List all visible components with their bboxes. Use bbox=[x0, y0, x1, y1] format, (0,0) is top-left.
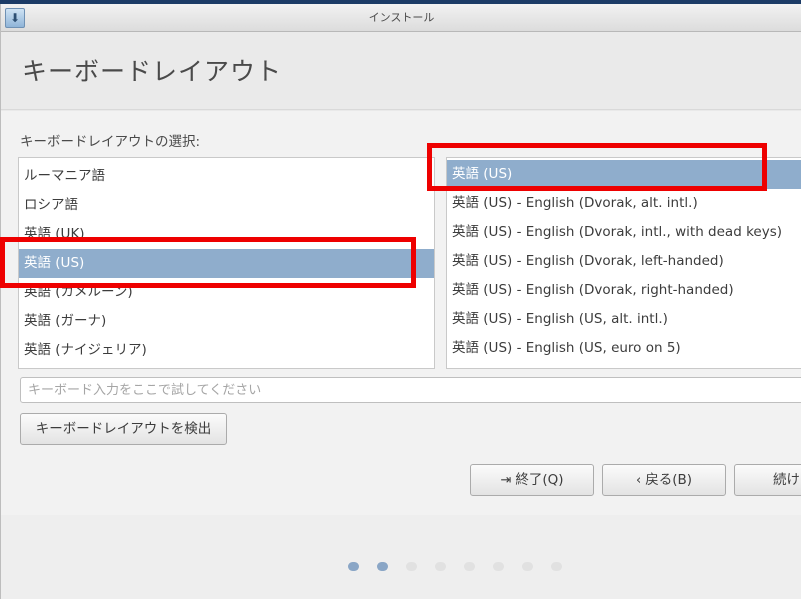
page-header: キーボードレイアウト bbox=[1, 32, 801, 110]
language-item[interactable]: ルーマニア語 bbox=[19, 162, 434, 191]
exit-icon: ⇥ bbox=[500, 473, 512, 488]
layout-item[interactable]: 英語 (US) - English (Dvorak, left-handed) bbox=[447, 247, 801, 276]
progress-dot-1 bbox=[348, 562, 359, 571]
language-item[interactable]: 英語 (UK) bbox=[19, 220, 434, 249]
layout-item-selected[interactable]: 英語 (US) bbox=[447, 160, 801, 189]
language-item[interactable]: ロシア語 bbox=[19, 191, 434, 220]
layout-item[interactable]: 英語 (US) - English (Dvorak, right-handed) bbox=[447, 276, 801, 305]
back-label: 戻る(B) bbox=[645, 472, 692, 488]
installer-window: ⬇ インストール キーボードレイアウト キーボードレイアウトの選択: ルーマニア… bbox=[0, 4, 801, 599]
progress-dot-5 bbox=[464, 562, 475, 571]
layout-item[interactable]: 英語 (US) - English (US, euro on 5) bbox=[447, 334, 801, 363]
language-item[interactable]: 英語 (ガーナ) bbox=[19, 307, 434, 336]
layout-item[interactable]: 英語 (US) - English (Dvorak, alt. intl.) bbox=[447, 189, 801, 218]
detect-layout-button[interactable]: キーボードレイアウトを検出 bbox=[20, 413, 227, 445]
progress-dot-4 bbox=[435, 562, 446, 571]
progress-dot-8 bbox=[551, 562, 562, 571]
chevron-left-icon: ‹ bbox=[636, 473, 642, 488]
window-titlebar: ⬇ インストール bbox=[1, 4, 801, 32]
quit-button[interactable]: ⇥ 終了(Q) bbox=[470, 464, 594, 496]
progress-dot-6 bbox=[493, 562, 504, 571]
progress-dot-2 bbox=[377, 562, 388, 571]
main-content: キーボードレイアウトの選択: ルーマニア語 ロシア語 英語 (UK) 英語 (U… bbox=[1, 111, 801, 515]
language-list[interactable]: ルーマニア語 ロシア語 英語 (UK) 英語 (US) 英語 (カメルーン) 英… bbox=[18, 157, 435, 369]
progress-footer bbox=[1, 515, 801, 599]
section-label: キーボードレイアウトの選択: bbox=[20, 134, 201, 150]
progress-dot-7 bbox=[522, 562, 533, 571]
keyboard-test-input[interactable] bbox=[20, 377, 801, 403]
language-item[interactable]: 英語 (カメルーン) bbox=[19, 278, 434, 307]
continue-button[interactable]: 続け bbox=[734, 464, 801, 496]
progress-dot-3 bbox=[406, 562, 417, 571]
window-title: インストール bbox=[368, 11, 435, 24]
page-title: キーボードレイアウト bbox=[22, 57, 283, 86]
layout-list[interactable]: 英語 (US) 英語 (US) - English (Dvorak, alt. … bbox=[446, 157, 801, 369]
continue-label: 続け bbox=[773, 472, 800, 488]
language-item-selected[interactable]: 英語 (US) bbox=[19, 249, 434, 278]
quit-label: 終了(Q) bbox=[515, 472, 564, 488]
layout-item[interactable]: 英語 (US) - English (Dvorak, intl., with d… bbox=[447, 218, 801, 247]
back-button[interactable]: ‹ 戻る(B) bbox=[602, 464, 726, 496]
layout-item[interactable]: 英語 (US) - English (US, alt. intl.) bbox=[447, 305, 801, 334]
language-item[interactable]: 英語 (ナイジェリア) bbox=[19, 336, 434, 365]
